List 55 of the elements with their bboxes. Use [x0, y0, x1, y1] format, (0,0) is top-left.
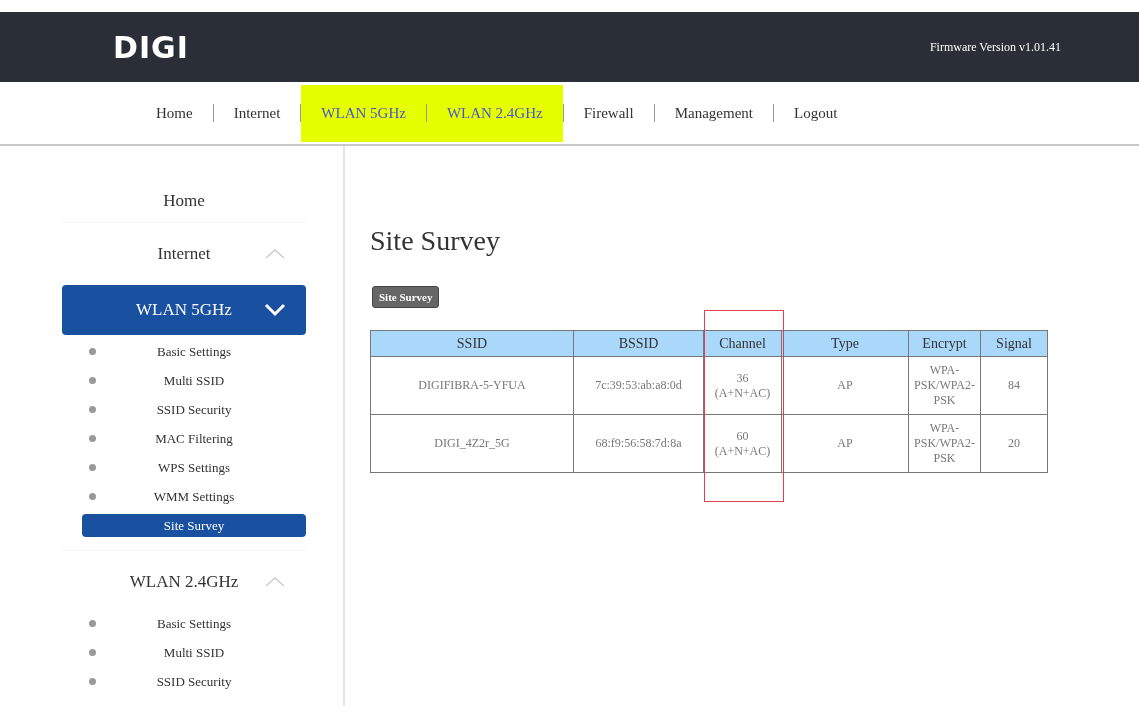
- column-header: Type: [781, 330, 909, 357]
- nav-link[interactable]: Management: [654, 84, 773, 142]
- table-cell: 60 (A+N+AC): [703, 414, 782, 473]
- firmware-version: Firmware Version v1.01.41: [929, 39, 1061, 56]
- nav-link[interactable]: Internet: [213, 84, 301, 142]
- nav-link[interactable]: Home: [136, 84, 213, 142]
- table-cell: 20: [980, 414, 1048, 473]
- column-header: BSSID: [573, 330, 704, 357]
- bullet-icon: [89, 406, 96, 413]
- nav-link[interactable]: WLAN 5GHz: [301, 84, 426, 142]
- sidebar-subitem[interactable]: WMM Settings: [82, 485, 306, 508]
- sidebar-item[interactable]: Home: [62, 180, 306, 222]
- bullet-icon: [89, 377, 96, 384]
- table-cell: 36 (A+N+AC): [703, 356, 782, 415]
- table-cell: AP: [781, 414, 909, 473]
- page-title: Site Survey: [370, 224, 501, 258]
- sidebar-subitem[interactable]: SSID Security: [82, 670, 306, 693]
- table-cell: 7c:39:53:ab:a8:0d: [573, 356, 704, 415]
- sidebar-subitem[interactable]: WPS Settings: [82, 456, 306, 479]
- table-cell: DIGIFIBRA-5-YFUA: [370, 356, 574, 415]
- sidebar-subitem[interactable]: Basic Settings: [82, 612, 306, 635]
- table-cell: WPA- PSK/WPA2- PSK: [908, 414, 981, 473]
- bullet-icon: [89, 348, 96, 355]
- column-header: Signal: [980, 330, 1048, 357]
- sidebar-subitem[interactable]: Basic Settings: [82, 340, 306, 363]
- sidebar-group[interactable]: WLAN 2.4GHz: [62, 557, 306, 607]
- bullet-icon: [89, 464, 96, 471]
- bullet-icon: [89, 620, 96, 627]
- bullet-icon: [89, 435, 96, 442]
- column-header: Encrypt: [908, 330, 981, 357]
- site-survey-button[interactable]: Site Survey: [372, 285, 440, 309]
- bullet-icon: [89, 678, 96, 685]
- nav-link[interactable]: Firewall: [563, 84, 654, 142]
- logo: DIGI: [113, 28, 189, 67]
- sidebar-subitem[interactable]: Site Survey: [82, 514, 306, 537]
- chevron-up-icon: [264, 576, 286, 588]
- column-header: SSID: [370, 330, 574, 357]
- chevron-up-icon: [264, 248, 286, 260]
- nav-link[interactable]: Logout: [774, 84, 858, 142]
- table-cell: AP: [781, 356, 909, 415]
- sidebar-subitem[interactable]: MAC Filtering: [82, 427, 306, 450]
- sidebar-subitem[interactable]: SSID Security: [82, 398, 306, 421]
- bullet-icon: [89, 649, 96, 656]
- sidebar-group[interactable]: WLAN 5GHz: [62, 285, 306, 335]
- table-cell: 68:f9:56:58:7d:8a: [573, 414, 704, 473]
- bullet-icon: [89, 493, 96, 500]
- table-cell: WPA- PSK/WPA2- PSK: [908, 356, 981, 415]
- chevron-down-icon: [264, 303, 286, 317]
- sidebar-subitem[interactable]: Multi SSID: [82, 369, 306, 392]
- table-cell: 84: [980, 356, 1048, 415]
- nav-link[interactable]: WLAN 2.4GHz: [426, 84, 563, 142]
- sidebar-subitem[interactable]: Multi SSID: [82, 641, 306, 664]
- column-header: Channel: [703, 330, 782, 357]
- sidebar-group[interactable]: Internet: [62, 229, 306, 279]
- table-cell: DIGI_4Z2r_5G: [370, 414, 574, 473]
